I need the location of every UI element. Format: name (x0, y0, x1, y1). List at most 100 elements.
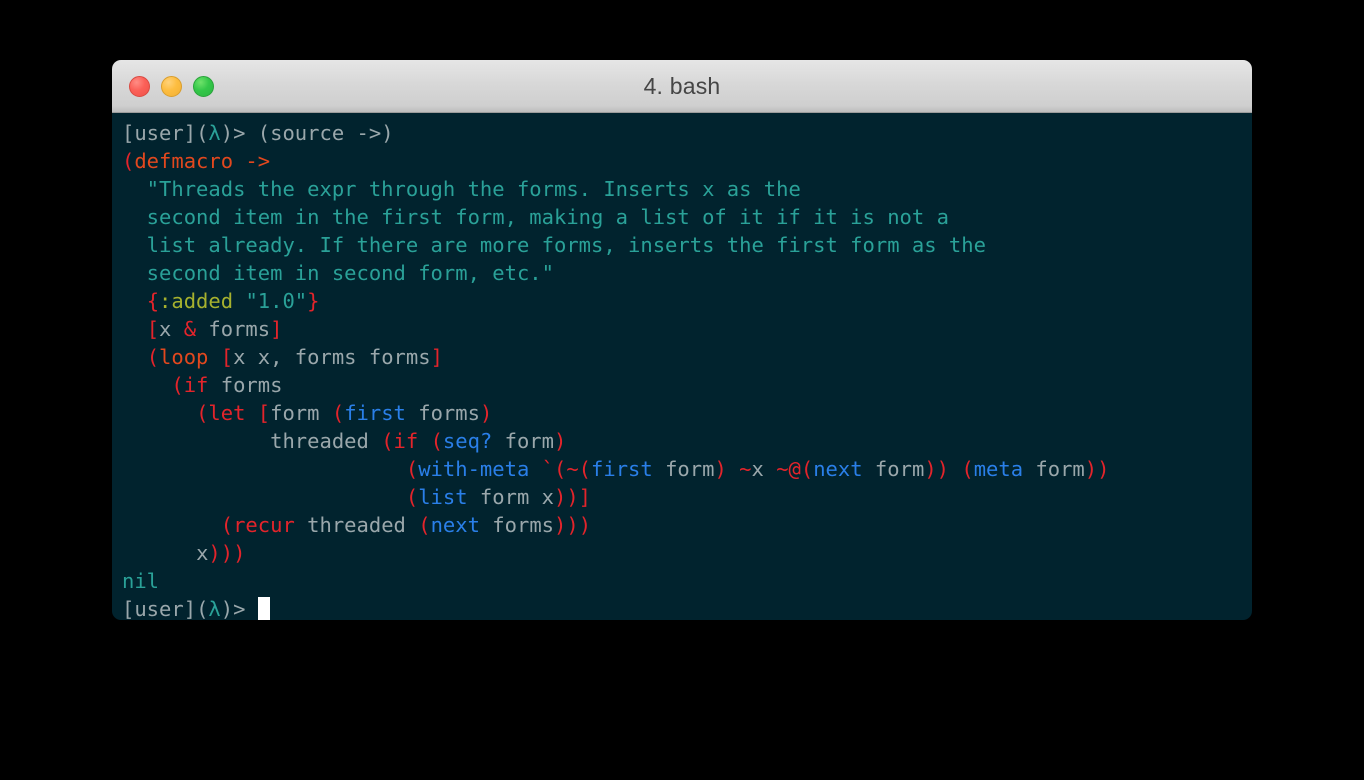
terminal-token: first (344, 401, 406, 425)
terminal-token: } (307, 289, 320, 313)
terminal-line: (if forms (122, 371, 1252, 399)
terminal-token: ) (554, 429, 567, 453)
terminal-line: (defmacro -> (122, 147, 1252, 175)
terminal-token: ))] (554, 485, 592, 509)
terminal-line: [user](λ)> (source ->) (122, 119, 1252, 147)
terminal-token: -> (233, 149, 271, 173)
terminal-token: λ (208, 121, 221, 145)
terminal-line: {:added "1.0"} (122, 287, 1252, 315)
terminal-token: ( (146, 345, 160, 369)
terminal-token: second item in second form, etc." (122, 261, 554, 285)
terminal-cursor (257, 597, 270, 620)
terminal-token: ] (430, 345, 443, 369)
maximize-button[interactable] (193, 76, 214, 97)
terminal-token: [ (220, 345, 234, 369)
terminal-token: ( (331, 401, 345, 425)
terminal-token: nil (122, 569, 160, 593)
terminal-token: & (183, 317, 197, 341)
terminal-token: ( (196, 121, 209, 145)
terminal-token: recur (233, 513, 295, 537)
terminal-token: ) (479, 401, 493, 425)
terminal-token: loop (159, 345, 209, 369)
terminal-token: "1.0" (245, 289, 308, 313)
terminal-token: forms (405, 401, 480, 425)
terminal-token: [user] (122, 121, 197, 145)
terminal-token: list (418, 485, 468, 509)
terminal-token: `(~( (541, 457, 592, 481)
terminal-line: list already. If there are more forms, i… (122, 231, 1252, 259)
terminal-line: (list form x))] (122, 483, 1252, 511)
terminal-token: form x (467, 485, 554, 509)
terminal-token: x (196, 541, 209, 565)
terminal-token: ~@( (776, 457, 814, 481)
terminal-token: next (430, 513, 480, 537)
terminal-token: ( (196, 401, 209, 425)
terminal-token: ( (961, 457, 974, 481)
terminal-line: (loop [x x, forms forms] (122, 343, 1252, 371)
terminal-token: [ (146, 317, 160, 341)
terminal-token: [ (257, 401, 271, 425)
terminal-token: ] (270, 317, 283, 341)
terminal-line: [user](λ)> (122, 595, 1252, 620)
close-button[interactable] (129, 76, 150, 97)
window-title: 4. bash (643, 72, 721, 99)
terminal-token: ( (405, 457, 419, 481)
terminal-token: x (751, 457, 777, 481)
terminal-token: ))) (208, 541, 246, 565)
terminal-token: first (591, 457, 653, 481)
window-title-bar[interactable]: 4. bash (112, 60, 1252, 113)
terminal-token: )) (1084, 457, 1110, 481)
terminal-line: (with-meta `(~(first form) ~x ~@(next fo… (122, 455, 1252, 483)
terminal-token: )> (220, 597, 258, 620)
terminal-token: meta (973, 457, 1024, 481)
terminal-token: [user] (122, 597, 197, 620)
terminal-token: x x, forms forms (233, 345, 431, 369)
terminal-token: { (146, 289, 160, 313)
terminal-token: if (393, 429, 419, 453)
terminal-token: (source ->) (257, 121, 394, 145)
terminal-token: list already. If there are more forms, i… (122, 233, 986, 257)
terminal-lines: [user](λ)> (source ->) (defmacro -> "Thre… (122, 119, 1252, 620)
terminal-token: ( (418, 513, 431, 537)
terminal-token: "Threads the expr through the forms. Ins… (122, 177, 801, 201)
terminal-token: )) (924, 457, 949, 481)
terminal-token: next (813, 457, 863, 481)
terminal-line: (let [form (first forms) (122, 399, 1252, 427)
terminal-token: ( (122, 149, 135, 173)
terminal-output-area[interactable]: [user](λ)> (source ->) (defmacro -> "Thre… (112, 113, 1252, 620)
terminal-token: defmacro (134, 149, 234, 173)
terminal-token: let (208, 401, 246, 425)
terminal-token: ( (381, 429, 394, 453)
terminal-token: ))) (554, 513, 592, 537)
terminal-token: )> (220, 121, 258, 145)
terminal-token: form (1023, 457, 1085, 481)
terminal-line: nil (122, 567, 1252, 595)
minimize-button[interactable] (161, 76, 182, 97)
terminal-line: "Threads the expr through the forms. Ins… (122, 175, 1252, 203)
terminal-token: λ (208, 597, 221, 620)
terminal-token: form (862, 457, 925, 481)
terminal-window[interactable]: 4. bash [user](λ)> (source ->) (defmacro … (112, 60, 1252, 620)
terminal-token: ( (430, 429, 443, 453)
terminal-token: threaded (122, 429, 382, 453)
terminal-token: if (183, 373, 209, 397)
terminal-token: second item in the first form, making a … (122, 205, 949, 229)
terminal-token: with-meta (418, 457, 530, 481)
terminal-token: x (159, 317, 184, 341)
terminal-token: ( (405, 485, 419, 509)
terminal-line: x))) (122, 539, 1252, 567)
